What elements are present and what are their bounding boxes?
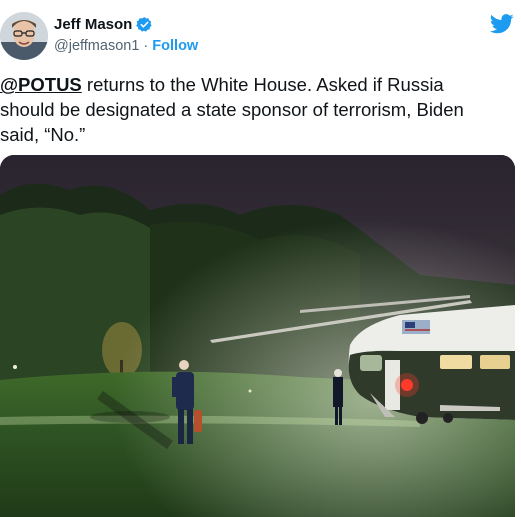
night-helicopter-photo — [0, 155, 515, 517]
author-meta-row: @jeffmason1 · Follow — [54, 38, 198, 54]
verified-badge-icon — [136, 16, 153, 33]
follow-button[interactable]: Follow — [152, 38, 198, 54]
tweet-photo[interactable] — [0, 155, 515, 517]
author-handle[interactable]: @jeffmason1 — [54, 38, 139, 54]
author-display-name[interactable]: Jeff Mason — [54, 16, 132, 33]
tweet-line-1: @POTUS returns to the White House. Asked… — [0, 72, 515, 97]
tweet-line-2: should be designated a state sponsor of … — [0, 99, 464, 120]
tweet-text: @POTUS returns to the White House. Asked… — [0, 72, 515, 147]
tweet-header: Jeff Mason @jeffmason1 · Follow — [0, 8, 521, 64]
avatar-photo — [0, 12, 48, 60]
author-name-row: Jeff Mason — [54, 16, 153, 33]
tweet-line-1-text: returns to the White House. Asked if Rus… — [81, 74, 444, 95]
potus-mention-link[interactable]: @POTUS — [0, 74, 82, 95]
author-avatar[interactable] — [0, 12, 48, 60]
tweet-line-3: said, “No.” — [0, 124, 86, 145]
twitter-bird-icon[interactable] — [490, 14, 514, 34]
meta-separator: · — [143, 38, 149, 54]
